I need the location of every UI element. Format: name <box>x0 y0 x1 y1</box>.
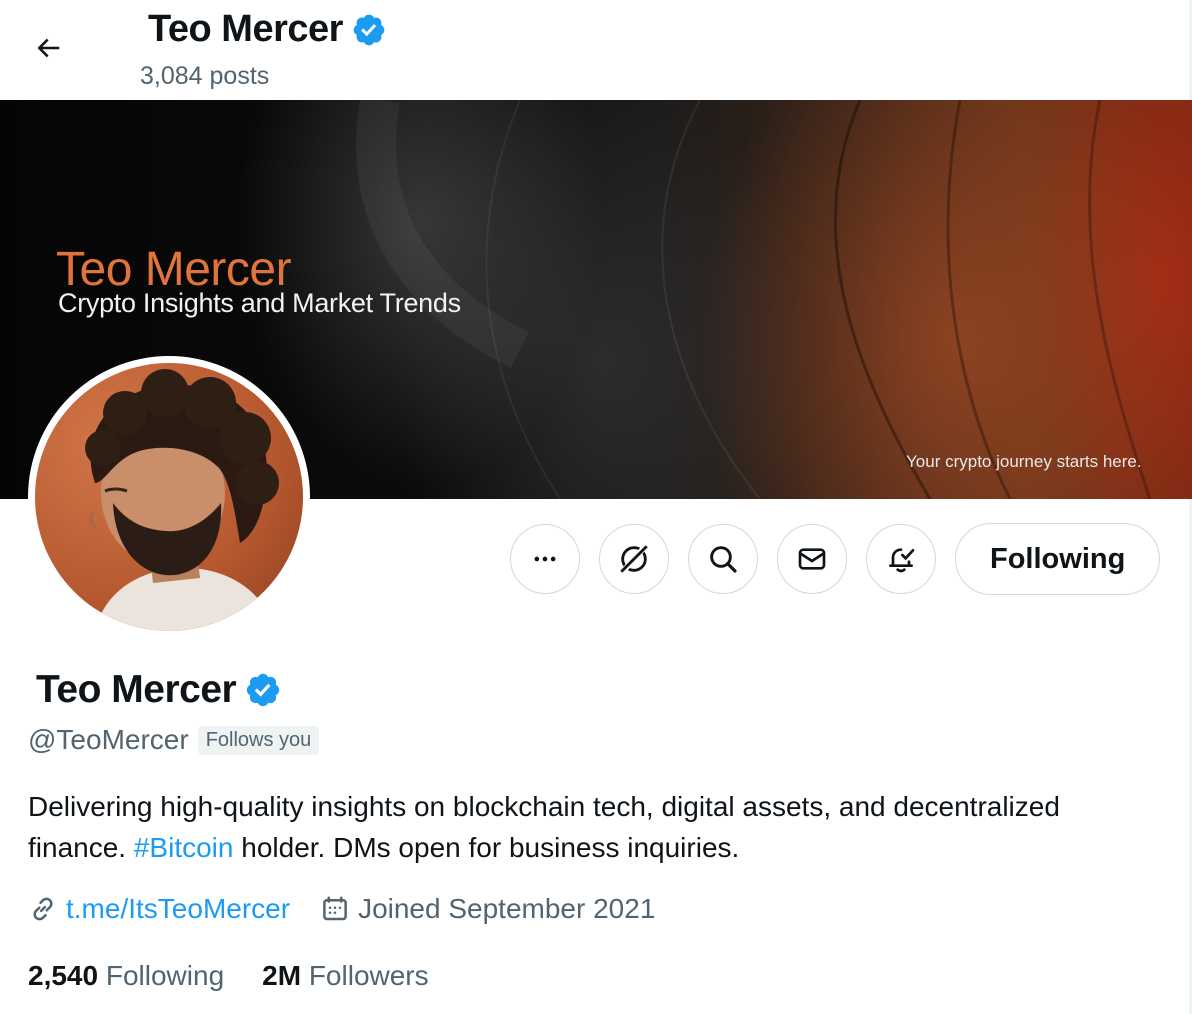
grok-icon <box>620 544 648 574</box>
profile-header: Teo Mercer 3,084 posts <box>0 0 1192 100</box>
post-count: 3,084 posts <box>140 62 270 90</box>
profile-bio: Delivering high-quality insights on bloc… <box>28 786 1138 868</box>
profile-actions: Following <box>510 523 1161 595</box>
back-button[interactable] <box>22 22 74 74</box>
more-button[interactable] <box>510 524 580 594</box>
following-stat[interactable]: 2,540 Following <box>28 960 224 992</box>
calendar-icon <box>323 896 347 921</box>
profile-name: Teo Mercer <box>36 668 282 712</box>
banner-subtitle: Crypto Insights and Market Trends <box>58 288 461 318</box>
banner-tagline: Your crypto journey starts here. <box>906 452 1142 471</box>
following-label: Following <box>105 960 225 991</box>
link-icon <box>33 897 53 921</box>
mail-icon <box>798 548 826 570</box>
avatar-photo <box>35 363 303 631</box>
profile-website-link[interactable]: t.me/ItsTeoMercer <box>66 893 290 925</box>
profile-meta: t.me/ItsTeoMercer Joined September 2021 <box>28 893 655 925</box>
follow-stats: 2,540 Following 2M Followers <box>28 960 429 992</box>
following-count: 2,540 <box>28 960 99 991</box>
verified-badge-icon <box>353 14 385 45</box>
header-title: Teo Mercer <box>148 8 387 51</box>
search-icon <box>710 546 737 573</box>
profile-handle: @TeoMercer <box>28 724 189 755</box>
handle-row: @TeoMercer Follows you <box>28 724 320 756</box>
person-portrait-icon <box>85 369 279 631</box>
search-button[interactable] <box>688 524 758 594</box>
grok-button[interactable] <box>599 524 669 594</box>
bio-text: holder. DMs open for business inquiries. <box>233 832 740 863</box>
verified-badge-icon[interactable] <box>244 671 282 709</box>
arrow-left-icon <box>37 38 60 58</box>
followers-count: 2M <box>262 960 302 991</box>
header-display-name: Teo Mercer <box>148 8 343 50</box>
followers-stat[interactable]: 2M Followers <box>262 960 429 992</box>
profile-display-name: Teo Mercer <box>36 668 237 711</box>
following-button[interactable]: Following <box>955 523 1161 595</box>
bell-check-icon <box>889 548 915 573</box>
avatar[interactable] <box>28 356 310 638</box>
more-icon <box>534 556 556 562</box>
follows-you-badge: Follows you <box>197 725 320 755</box>
joined-date: Joined September 2021 <box>358 893 656 924</box>
notifications-button[interactable] <box>866 524 936 594</box>
message-button[interactable] <box>777 524 847 594</box>
followers-label: Followers <box>308 960 429 991</box>
bio-hashtag-link[interactable]: #Bitcoin <box>134 832 234 863</box>
